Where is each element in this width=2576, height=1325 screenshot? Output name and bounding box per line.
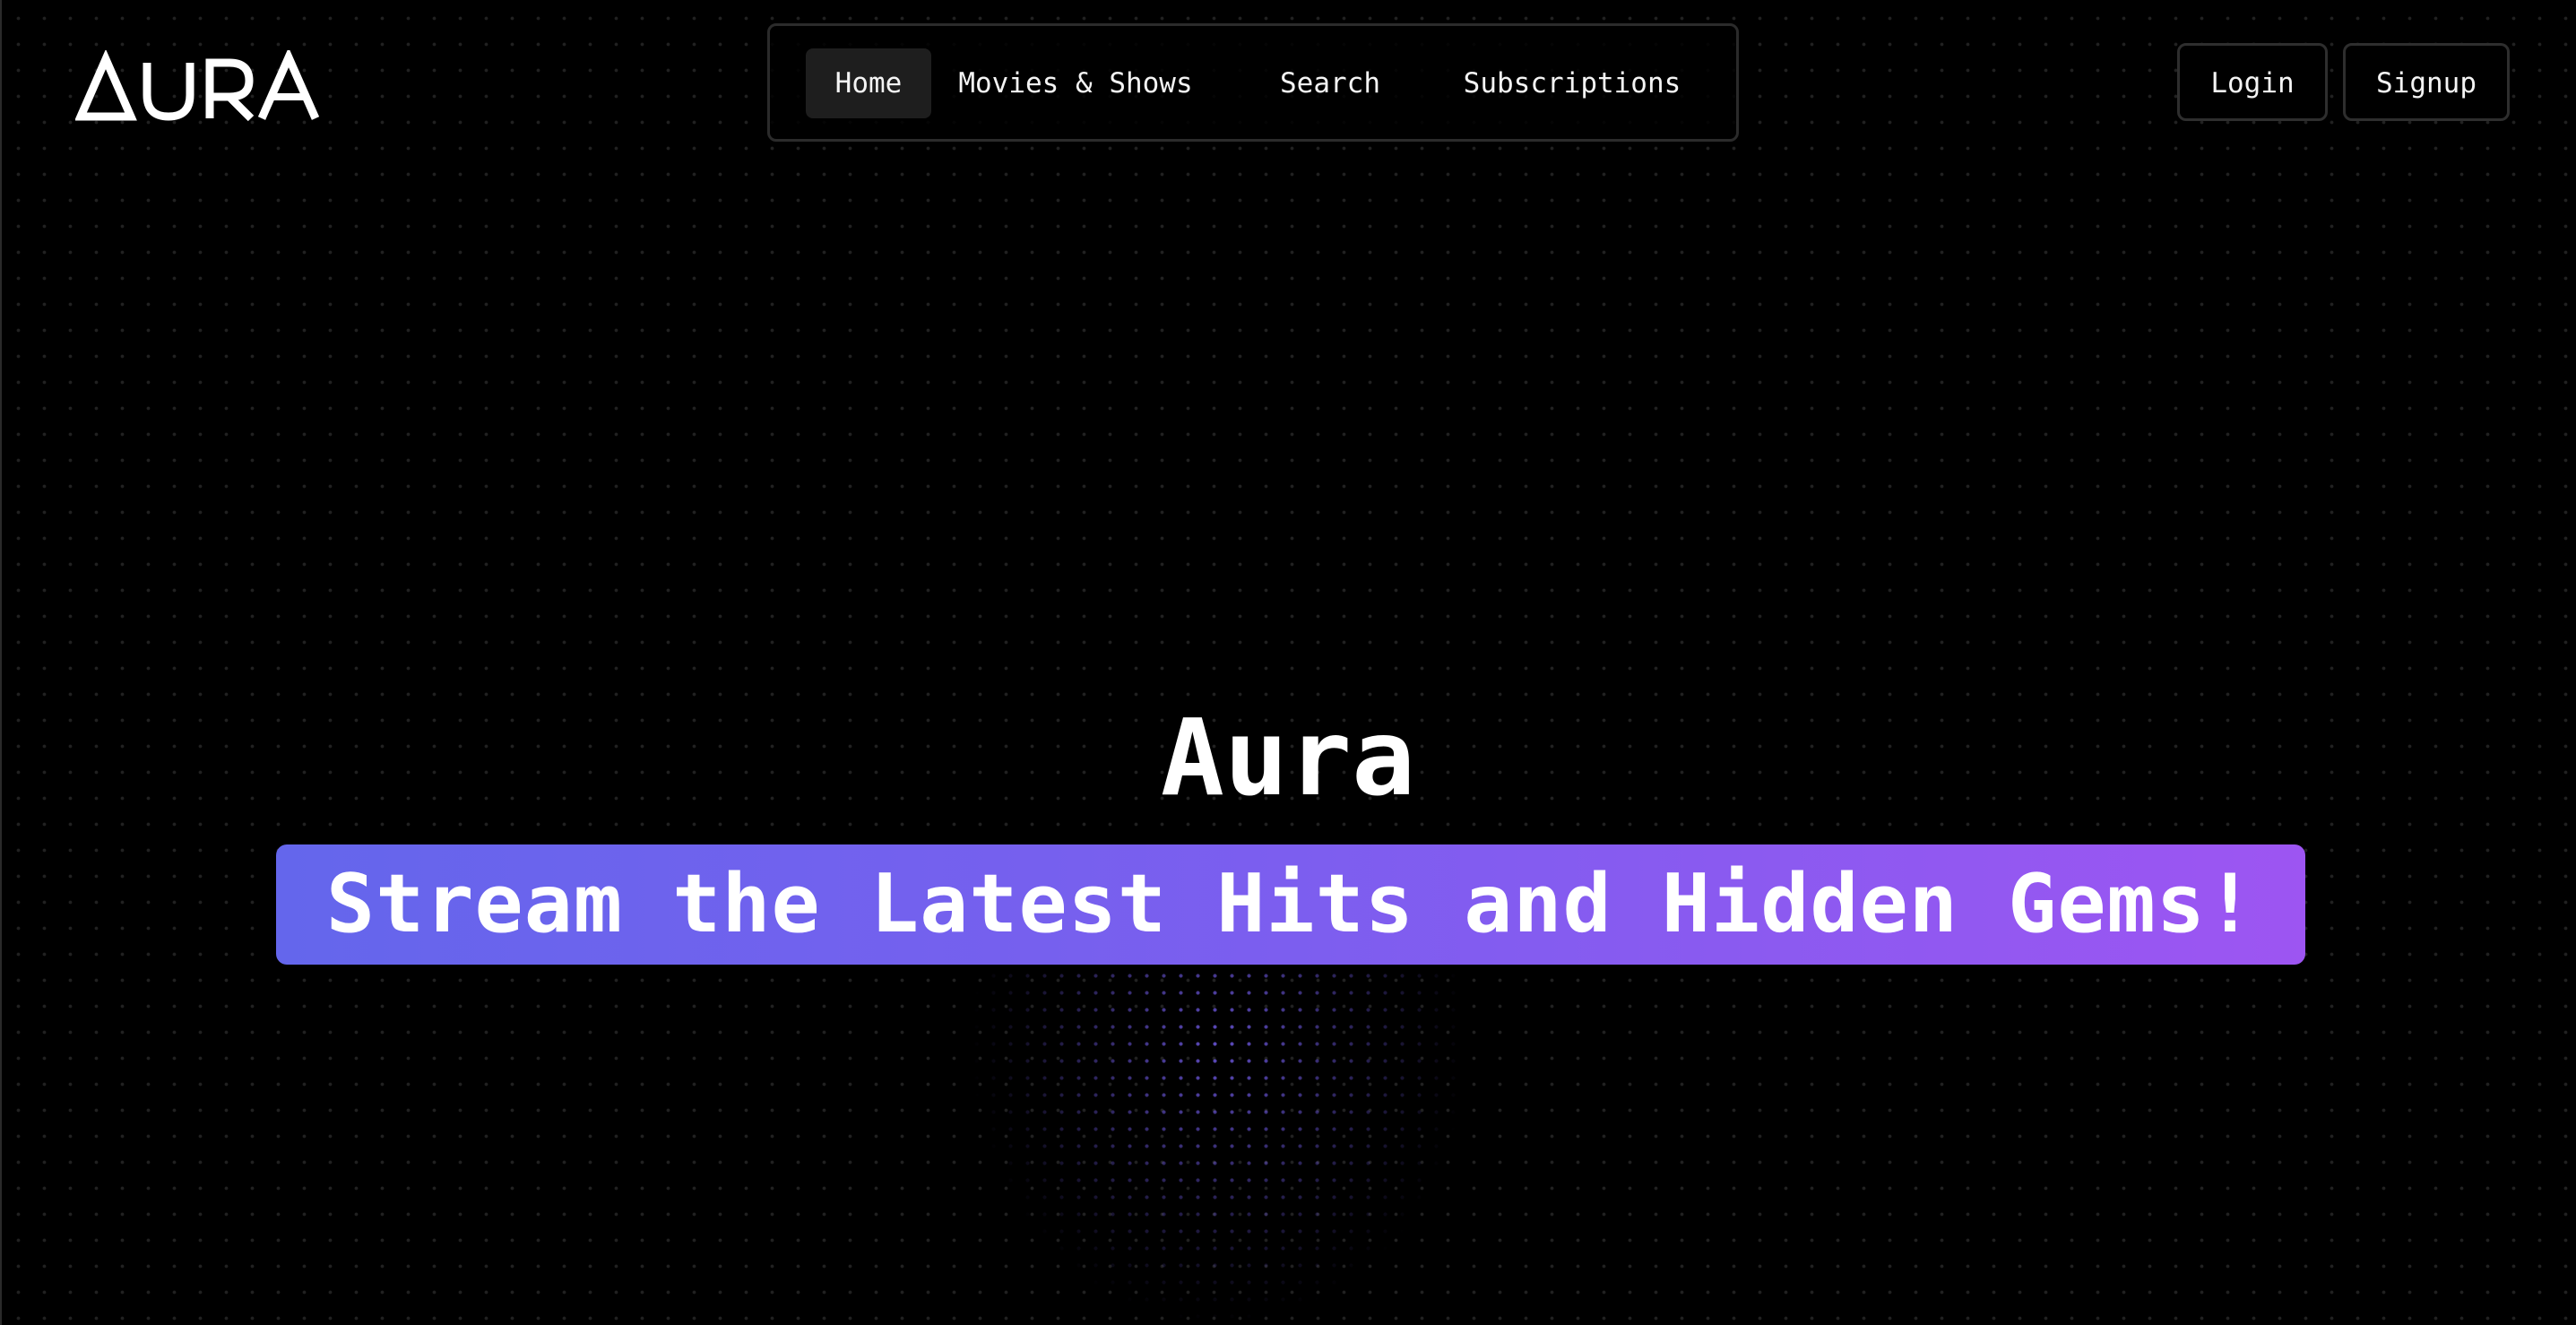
- nav-search[interactable]: Search: [1272, 48, 1388, 118]
- glow-dot-pattern: [968, 950, 1470, 1325]
- login-button[interactable]: Login: [2177, 43, 2328, 121]
- nav-subscriptions[interactable]: Subscriptions: [1448, 48, 1697, 118]
- site-header: Home Movies & Shows Search Subscriptions…: [0, 0, 2576, 152]
- hero-tagline-banner: Stream the Latest Hits and Hidden Gems!: [276, 844, 2305, 965]
- nav-home[interactable]: Home: [806, 48, 931, 118]
- hero-tagline: Stream the Latest Hits and Hidden Gems!: [325, 857, 2256, 951]
- signup-button[interactable]: Signup: [2343, 43, 2510, 121]
- hero-title: Aura: [1160, 696, 1416, 819]
- nav-movies-shows[interactable]: Movies & Shows: [946, 48, 1206, 118]
- left-border: [0, 0, 2, 1325]
- main-nav: Home Movies & Shows Search Subscriptions: [767, 23, 1739, 142]
- aura-logo-icon[interactable]: [75, 50, 326, 122]
